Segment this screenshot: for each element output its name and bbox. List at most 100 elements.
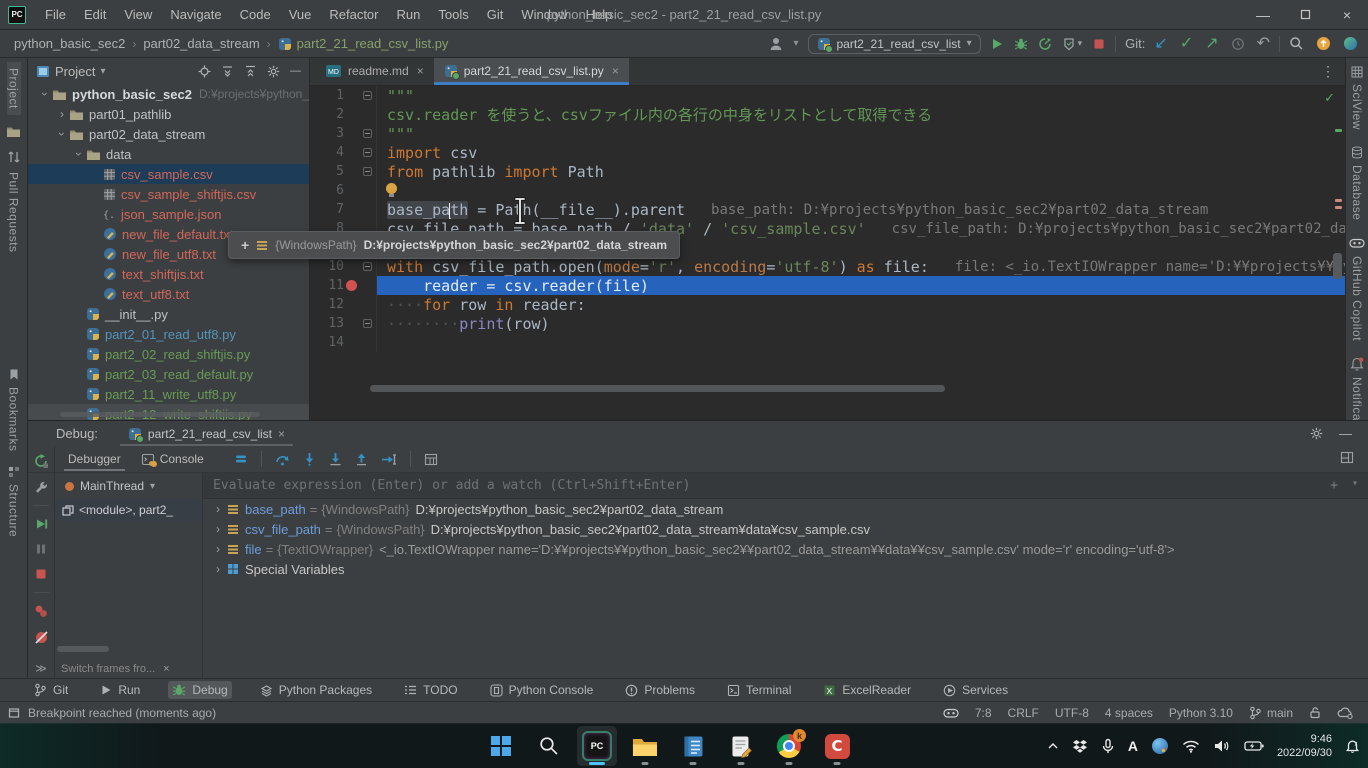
taskbar-editor-icon[interactable] xyxy=(721,726,761,766)
tree-item--init-py[interactable]: __init__.py xyxy=(28,304,309,324)
project-horizontal-scrollbar[interactable] xyxy=(60,412,260,417)
editor-gutter[interactable]: 10 xyxy=(310,257,377,276)
hidden-icons-chevron[interactable] xyxy=(1047,740,1059,752)
sidebar-item-bookmarks[interactable]: Bookmarks xyxy=(7,381,21,458)
dropbox-tray-icon[interactable] xyxy=(1072,739,1088,754)
inspections-ok-icon[interactable]: ✓ xyxy=(1324,90,1335,106)
more-actions-icon[interactable]: ≫ xyxy=(35,662,47,675)
search-everywhere-button[interactable] xyxy=(1289,36,1304,51)
tool-window-toggle-icon[interactable] xyxy=(8,707,20,719)
microphone-tray-icon[interactable] xyxy=(1101,738,1115,754)
code-line-13[interactable]: 13········print(row) xyxy=(310,314,1345,333)
lock-icon[interactable] xyxy=(1309,706,1321,719)
add-watch-icon[interactable]: + xyxy=(1330,478,1338,493)
close-button[interactable]: × xyxy=(1326,0,1368,29)
ime-mode-indicator[interactable]: A xyxy=(1128,738,1138,754)
bookmarks-icon[interactable] xyxy=(8,368,20,381)
chevron-down-icon[interactable]: › xyxy=(38,87,52,101)
close-tab-icon[interactable]: × xyxy=(612,64,619,78)
tab-readme-md[interactable]: MD readme.md × xyxy=(316,58,434,85)
close-session-icon[interactable]: × xyxy=(278,427,285,441)
tree-item-part02-data-stream[interactable]: ›part02_data_stream xyxy=(28,124,309,144)
variable-row-file[interactable]: ›file={TextIOWrapper}<_io.TextIOWrapper … xyxy=(203,539,1368,559)
tab-options-icon[interactable]: ⋮ xyxy=(1311,63,1345,80)
expand-chevron-icon[interactable]: › xyxy=(209,562,227,576)
git-commit-button[interactable]: ✓ xyxy=(1180,36,1193,52)
code-line-11[interactable]: 11 reader = csv.reader(file) xyxy=(310,276,1345,295)
editor-gutter[interactable]: 5 xyxy=(310,162,377,181)
run-configuration-select[interactable]: part2_21_read_csv_list ▾ xyxy=(808,34,981,54)
user-avatar-button[interactable] xyxy=(768,36,784,52)
menu-code[interactable]: Code xyxy=(231,7,280,22)
editor-gutter[interactable]: 7 xyxy=(310,200,377,219)
taskbar-camtasia-icon[interactable]: C xyxy=(817,726,857,766)
debug-session-tab[interactable]: part2_21_read_csv_list × xyxy=(124,421,289,446)
git-update-button[interactable]: ↙ xyxy=(1154,36,1167,52)
menu-vue[interactable]: Vue xyxy=(280,7,321,22)
tree-item-csv-sample-shiftjis-csv[interactable]: csv_sample_shiftjis.csv xyxy=(28,184,309,204)
notification-bell-icon[interactable]: z xyxy=(1345,739,1360,754)
step-over-button[interactable] xyxy=(275,453,290,466)
frames-scrollbar[interactable] xyxy=(57,646,109,652)
file-encoding[interactable]: UTF-8 xyxy=(1055,706,1089,720)
structure-icon[interactable] xyxy=(8,466,20,478)
caret-position[interactable]: 7:8 xyxy=(975,706,992,720)
taskbar-start-icon[interactable] xyxy=(481,726,521,766)
close-tab-icon[interactable]: × xyxy=(417,64,424,78)
code-line-6[interactable]: 6 xyxy=(310,181,1345,200)
evaluate-expression-input[interactable]: Evaluate expression (Enter) or add a wat… xyxy=(203,473,1368,499)
sidebar-item-github-copilot[interactable]: GitHub Copilot xyxy=(1349,236,1365,343)
tree-item-part2-03-read-default-py[interactable]: part2_03_read_default.py xyxy=(28,364,309,384)
toolwindow-terminal[interactable]: Terminal xyxy=(723,681,795,699)
indent-style[interactable]: 4 spaces xyxy=(1105,706,1153,720)
layout-settings-icon[interactable] xyxy=(1340,451,1368,467)
menu-navigate[interactable]: Navigate xyxy=(161,7,230,22)
line-separator[interactable]: CRLF xyxy=(1008,706,1039,720)
sidebar-item-structure[interactable]: Structure xyxy=(7,478,21,543)
editor-gutter[interactable]: 13 xyxy=(310,314,377,333)
settings-wrench-icon[interactable] xyxy=(34,480,48,494)
ide-update-icon[interactable] xyxy=(1316,36,1331,51)
fold-marker-icon[interactable] xyxy=(363,167,372,176)
taskbar-search-icon[interactable] xyxy=(529,726,569,766)
toolwindow-git[interactable]: Git xyxy=(30,681,72,699)
fold-marker-icon[interactable] xyxy=(363,148,372,157)
step-into-button[interactable] xyxy=(303,452,316,466)
toolwindow-python-packages[interactable]: Python Packages xyxy=(256,681,376,699)
editor-gutter[interactable]: 4 xyxy=(310,143,377,162)
tree-item-part2-01-read-utf8-py[interactable]: part2_01_read_utf8.py xyxy=(28,324,309,344)
tree-item-python-basic-sec2[interactable]: ›python_basic_sec2D:¥projects¥python_bas… xyxy=(28,84,309,104)
tree-item-json-sample-json[interactable]: {..}json_sample.json xyxy=(28,204,309,224)
coverage-button[interactable]: ▾ xyxy=(1062,37,1083,51)
debug-button[interactable] xyxy=(1014,37,1028,51)
locate-icon[interactable] xyxy=(198,65,211,78)
fold-marker-icon[interactable] xyxy=(363,319,372,328)
run-to-cursor-button[interactable] xyxy=(381,453,397,466)
taskbar-notepad-icon[interactable] xyxy=(673,726,713,766)
editor-vertical-scrollbar[interactable] xyxy=(1333,253,1342,279)
editor-gutter[interactable]: 1 xyxy=(310,86,377,105)
chevron-down-icon[interactable]: ▾ xyxy=(1352,478,1358,493)
git-branch-widget[interactable]: main xyxy=(1249,706,1293,720)
commit-icon[interactable] xyxy=(6,125,21,138)
view-as-table-icon[interactable] xyxy=(424,453,438,466)
menu-run[interactable]: Run xyxy=(388,7,430,22)
pull-requests-icon[interactable] xyxy=(7,150,21,164)
mute-breakpoints-button[interactable] xyxy=(34,630,49,645)
code-line-5[interactable]: 5from pathlib import Path xyxy=(310,162,1345,181)
sidebar-item-project[interactable]: Project xyxy=(7,62,21,115)
thread-selector[interactable]: MainThread ▾ xyxy=(55,473,202,499)
intention-bulb-icon[interactable] xyxy=(386,183,397,194)
tree-item-text-shiftjis-txt[interactable]: text_shiftjis.txt xyxy=(28,264,309,284)
view-breakpoints-button[interactable] xyxy=(34,604,49,619)
stop-button[interactable] xyxy=(1092,37,1106,51)
chevron-down-icon[interactable]: › xyxy=(72,147,86,161)
stack-frame-item[interactable]: <module>, part2_ xyxy=(55,499,202,521)
breadcrumb-item[interactable]: part02_data_stream xyxy=(143,36,259,51)
run-button[interactable] xyxy=(990,37,1004,51)
toolwindow-services[interactable]: Services xyxy=(939,681,1012,699)
tree-item-data[interactable]: ›data xyxy=(28,144,309,164)
editor-gutter[interactable]: 11 xyxy=(310,276,377,295)
git-rollback-button[interactable]: ↶ xyxy=(1257,36,1270,52)
cloud-settings-icon[interactable] xyxy=(1337,706,1354,719)
